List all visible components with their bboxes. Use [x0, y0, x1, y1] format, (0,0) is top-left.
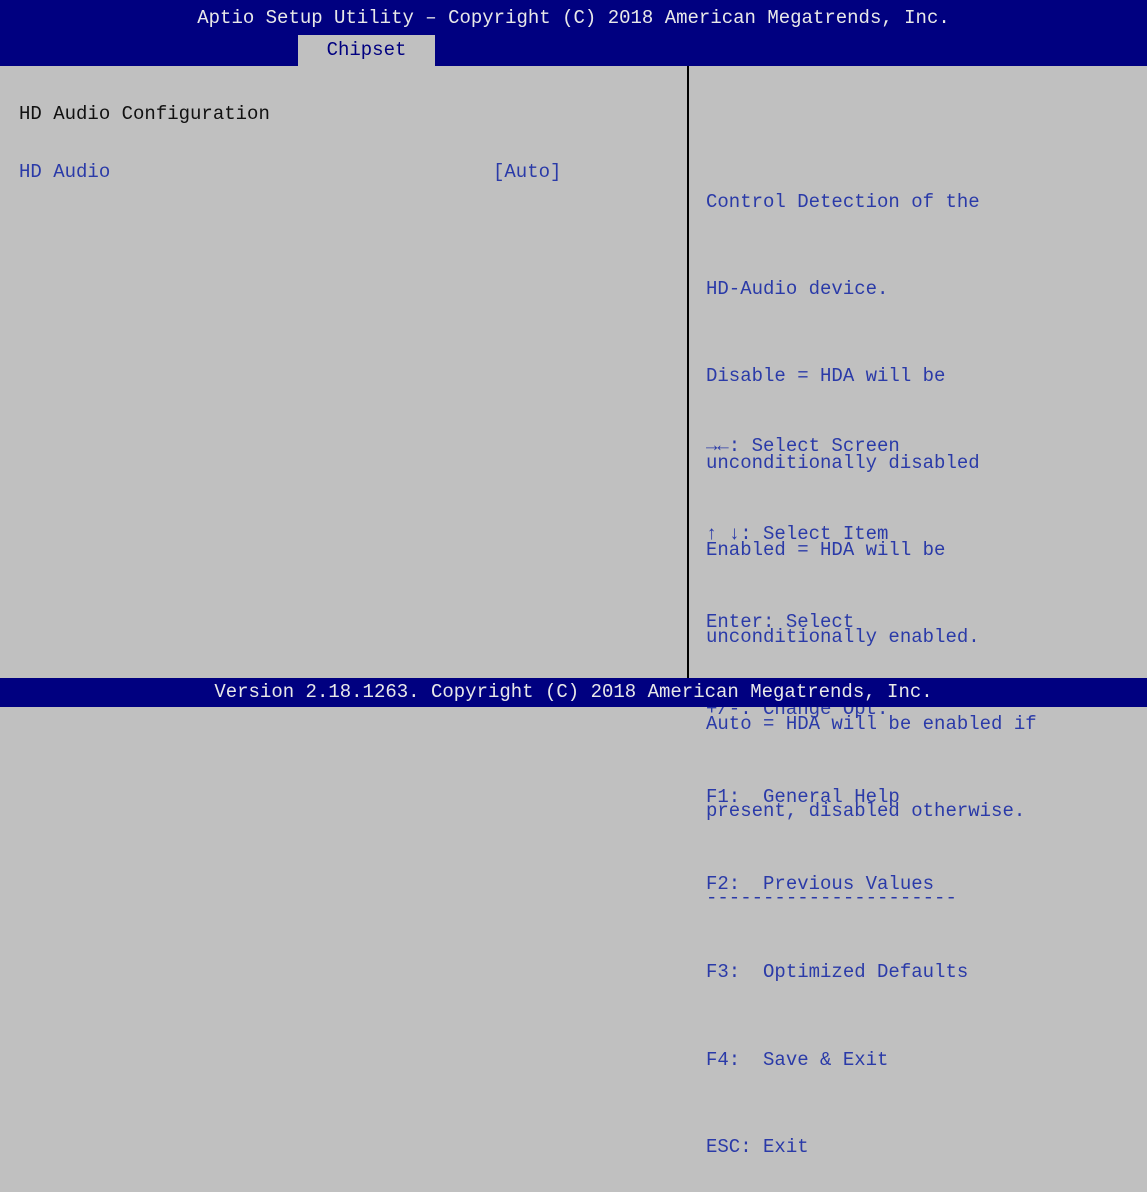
panel-divider: [687, 66, 689, 678]
setting-hd-audio-label[interactable]: HD Audio: [19, 159, 110, 185]
key-hint-select-screen: →←: Select Screen: [706, 435, 900, 458]
title-bar: Aptio Setup Utility – Copyright (C) 2018…: [0, 0, 1147, 66]
section-title: HD Audio Configuration: [19, 103, 270, 125]
key-hint-f2: F2: Previous Values: [706, 873, 935, 896]
key-hint-f1: F1: General Help: [706, 785, 900, 808]
tab-chipset[interactable]: Chipset: [298, 35, 435, 66]
key-hint-f4: F4: Save & Exit: [706, 1048, 889, 1071]
help-line: HD-Audio device.: [706, 278, 889, 300]
key-hint-select-item: ↑ ↓: Select Item: [706, 523, 889, 546]
key-hints: →←: Select Screen ↑ ↓: Select Item Enter…: [706, 374, 968, 1192]
help-line: Control Detection of the: [706, 191, 980, 213]
app-title: Aptio Setup Utility – Copyright (C) 2018…: [197, 7, 950, 29]
version-footer: Version 2.18.1263. Copyright (C) 2018 Am…: [0, 678, 1147, 707]
key-hint-esc: ESC: Exit: [706, 1136, 809, 1159]
key-hint-f3: F3: Optimized Defaults: [706, 961, 969, 984]
key-hint-enter: Enter: Select: [706, 610, 855, 633]
setting-hd-audio-value[interactable]: [Auto]: [493, 159, 561, 185]
